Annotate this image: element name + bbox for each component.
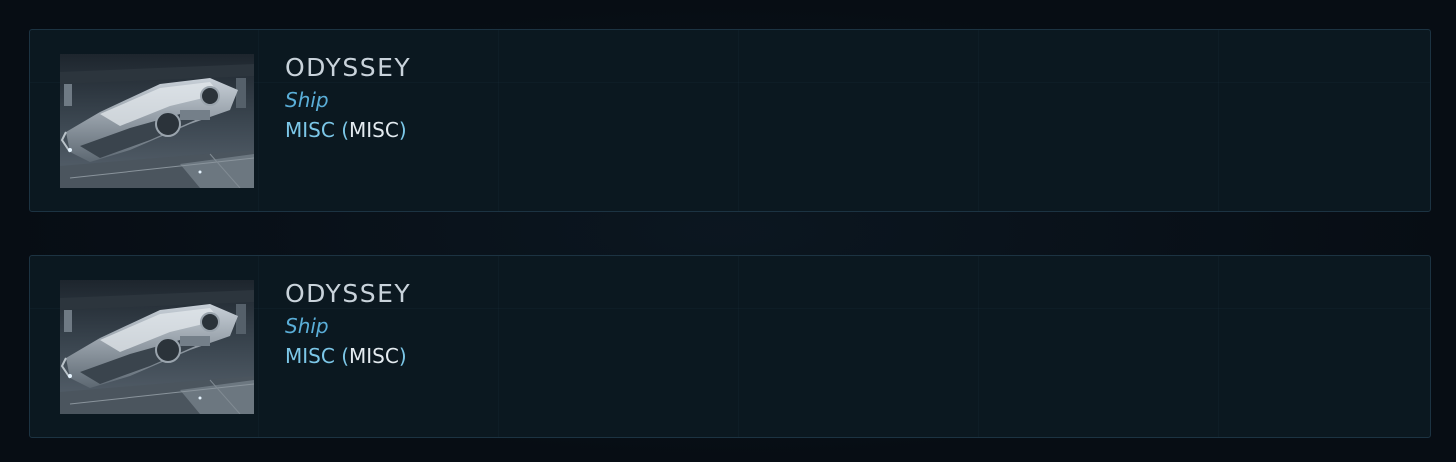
ship-info: ODYSSEY Ship MISC (MISC) <box>285 52 411 143</box>
ship-type: Ship <box>285 314 329 338</box>
ship-manufacturer: MISC (MISC) <box>285 343 411 369</box>
manufacturer-code: MISC <box>349 344 399 368</box>
ship-name[interactable]: ODYSSEY <box>285 52 411 84</box>
ship-image <box>60 54 254 188</box>
ship-name[interactable]: ODYSSEY <box>285 278 411 310</box>
manufacturer-name[interactable]: MISC <box>285 118 335 142</box>
paren-close: ) <box>398 118 407 142</box>
ship-info: ODYSSEY Ship MISC (MISC) <box>285 278 411 369</box>
ship-type: Ship <box>285 88 329 112</box>
ship-list: ODYSSEY Ship MISC (MISC) ODYSSEY Ship MI… <box>0 0 1456 462</box>
manufacturer-code: MISC <box>349 118 399 142</box>
ship-image <box>60 280 254 414</box>
paren-close: ) <box>398 344 407 368</box>
ship-card[interactable]: ODYSSEY Ship MISC (MISC) <box>29 255 1431 438</box>
ship-thumbnail[interactable] <box>60 54 254 188</box>
ship-thumbnail[interactable] <box>60 280 254 414</box>
paren-open: ( <box>341 118 349 142</box>
manufacturer-name[interactable]: MISC <box>285 344 335 368</box>
ship-card[interactable]: ODYSSEY Ship MISC (MISC) <box>29 29 1431 212</box>
ship-manufacturer: MISC (MISC) <box>285 117 411 143</box>
paren-open: ( <box>341 344 349 368</box>
